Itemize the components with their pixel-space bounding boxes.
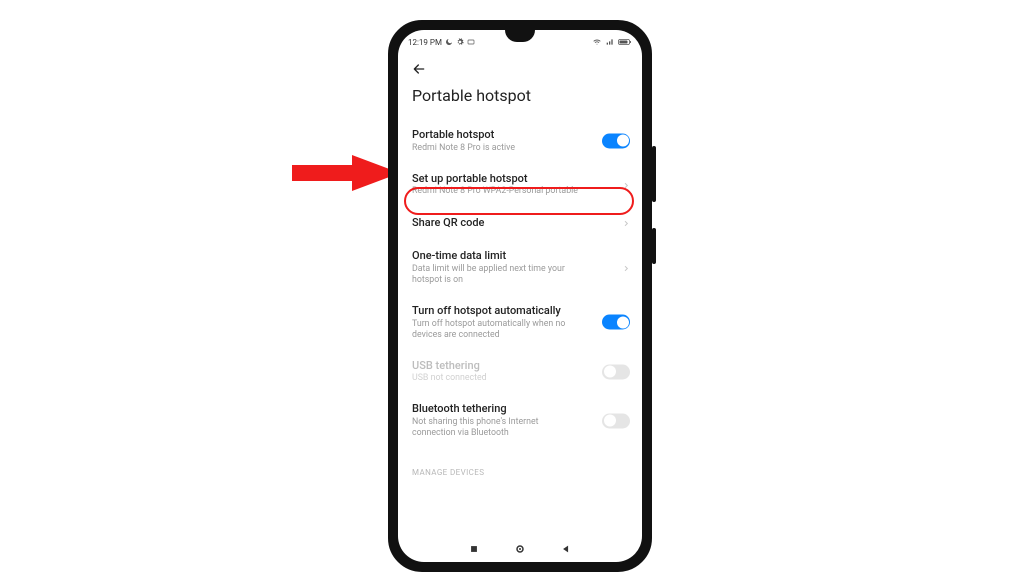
android-navbar	[398, 536, 642, 562]
section-manage-devices: MANAGE DEVICES	[398, 448, 642, 483]
arrow-left-icon	[411, 61, 427, 77]
triangle-left-icon	[561, 544, 571, 554]
status-time: 12:19 PM	[408, 38, 442, 47]
stage: 12:19 PM Portable hotspot	[0, 0, 1024, 576]
row-title: USB tethering	[412, 359, 628, 373]
bt-toggle[interactable]	[602, 413, 630, 428]
screen: 12:19 PM Portable hotspot	[398, 30, 642, 562]
power-button	[652, 228, 656, 264]
callout-arrow	[292, 155, 402, 205]
row-title: Turn off hotspot automatically	[412, 304, 628, 318]
row-sub: Not sharing this phone's Internet connec…	[412, 417, 582, 439]
card-icon	[467, 38, 475, 46]
status-left: 12:19 PM	[408, 38, 475, 47]
phone-frame: 12:19 PM Portable hotspot	[388, 20, 652, 572]
toggle-knob	[617, 135, 629, 147]
battery-icon	[618, 38, 632, 46]
row-sub: Turn off hotspot automatically when no d…	[412, 319, 582, 341]
row-title: Portable hotspot	[412, 128, 628, 142]
autooff-toggle[interactable]	[602, 315, 630, 330]
nav-recent-button[interactable]	[468, 543, 480, 555]
hotspot-toggle[interactable]	[602, 133, 630, 148]
row-bluetooth-tethering[interactable]: Bluetooth tethering Not sharing this pho…	[398, 393, 642, 448]
moon-icon	[445, 38, 453, 46]
row-data-limit[interactable]: One-time data limit Data limit will be a…	[398, 240, 642, 295]
nav-home-button[interactable]	[514, 543, 526, 555]
row-share-qr[interactable]: Share QR code	[398, 206, 642, 240]
toggle-knob	[604, 366, 616, 378]
chevron-right-icon	[622, 258, 630, 277]
square-icon	[469, 544, 479, 554]
toggle-knob	[617, 316, 629, 328]
row-sub: Redmi Note 8 Pro is active	[412, 143, 582, 154]
row-title: One-time data limit	[412, 249, 628, 263]
toggle-knob	[604, 415, 616, 427]
chevron-right-icon	[622, 175, 630, 194]
row-usb-tethering: USB tethering USB not connected	[398, 350, 642, 394]
row-setup-hotspot[interactable]: Set up portable hotspot Redmi Note 8 Pro…	[398, 163, 642, 207]
nav-back-button[interactable]	[560, 543, 572, 555]
row-sub: Redmi Note 8 Pro WPA2-Personal portable	[412, 186, 582, 197]
row-sub: USB not connected	[412, 373, 582, 384]
circle-icon	[514, 543, 526, 555]
back-button[interactable]	[410, 60, 428, 78]
row-portable-hotspot[interactable]: Portable hotspot Redmi Note 8 Pro is act…	[398, 119, 642, 163]
signal-icon	[605, 38, 615, 46]
gear-icon	[456, 38, 464, 46]
row-title: Share QR code	[412, 216, 628, 230]
usb-toggle	[602, 364, 630, 379]
chevron-right-icon	[622, 214, 630, 233]
row-title: Set up portable hotspot	[412, 172, 628, 186]
volume-button	[652, 146, 656, 202]
header: Portable hotspot	[398, 52, 642, 119]
row-title: Bluetooth tethering	[412, 402, 628, 416]
row-sub: Data limit will be applied next time you…	[412, 264, 582, 286]
page-title: Portable hotspot	[412, 86, 630, 105]
wifi-icon	[592, 38, 602, 46]
row-auto-off[interactable]: Turn off hotspot automatically Turn off …	[398, 295, 642, 350]
status-right	[592, 38, 632, 46]
